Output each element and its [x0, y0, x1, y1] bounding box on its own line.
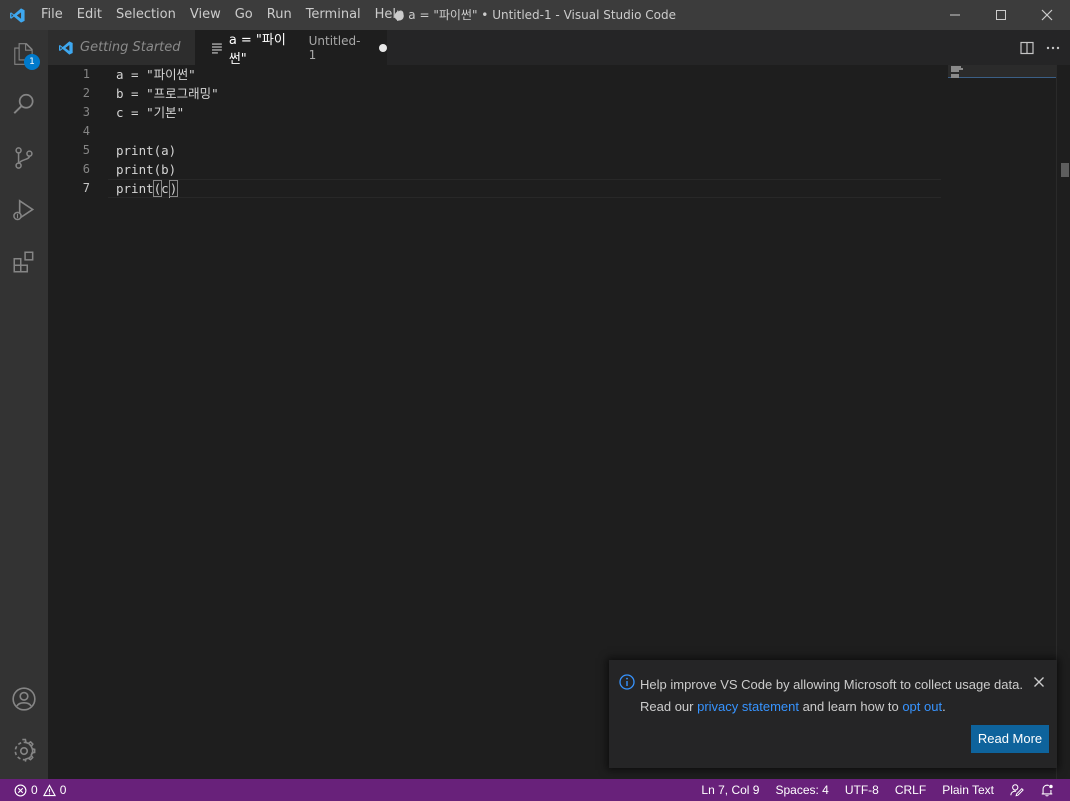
activity-bar: 1 [0, 30, 48, 779]
tab-untitled-1[interactable]: a = "파이썬" Untitled-1 [195, 30, 387, 67]
notification-message: Help improve VS Code by allowing Microso… [640, 674, 1030, 718]
search-button[interactable] [0, 80, 48, 128]
code-line: a = "파이썬" [116, 67, 196, 82]
split-editor-button[interactable] [1014, 30, 1040, 65]
read-more-button[interactable]: Read More [971, 725, 1049, 753]
eol-setting[interactable]: CRLF [887, 779, 934, 801]
extensions-button[interactable] [0, 238, 48, 286]
menu-file[interactable]: File [34, 0, 70, 30]
indentation-setting[interactable]: Spaces: 4 [767, 779, 836, 801]
explorer-badge: 1 [24, 54, 40, 70]
vscode-tab-icon [59, 40, 73, 55]
accounts-icon [12, 687, 36, 711]
notification-line-2: Read our privacy statement and learn how… [640, 696, 1030, 718]
error-count: 0 [31, 783, 38, 797]
more-actions-button[interactable] [1040, 30, 1066, 65]
vscode-logo-icon [0, 0, 34, 30]
minimize-button[interactable] [932, 0, 978, 30]
line-number: 5 [82, 143, 90, 157]
warning-icon [42, 783, 56, 796]
notification-text: Read our [640, 699, 698, 714]
menu-edit[interactable]: Edit [70, 0, 109, 30]
privacy-statement-link[interactable]: privacy statement [697, 699, 799, 714]
line-number: 4 [82, 124, 90, 138]
info-icon [619, 674, 635, 690]
explorer-button[interactable]: 1 [0, 30, 48, 78]
menu-terminal[interactable]: Terminal [299, 0, 368, 30]
close-window-button[interactable] [1024, 0, 1070, 30]
notifications-button[interactable] [1032, 779, 1062, 801]
source-control-button[interactable] [0, 134, 48, 182]
line-number: 2 [82, 86, 90, 100]
minimap-slider[interactable] [948, 65, 1056, 78]
warning-count: 0 [59, 783, 67, 797]
bracket-match-close: ) [168, 180, 179, 197]
title-bar: File Edit Selection View Go Run Terminal… [0, 0, 1070, 30]
opt-out-link[interactable]: opt out [902, 699, 942, 714]
code-token: print [116, 181, 154, 196]
extensions-icon [13, 251, 34, 273]
feedback-button[interactable] [1002, 779, 1032, 801]
notification-toast: Help improve VS Code by allowing Microso… [609, 660, 1057, 768]
search-icon [13, 93, 34, 114]
code-line: c = "기본" [116, 105, 185, 120]
notification-line-1: Help improve VS Code by allowing Microso… [640, 677, 1023, 692]
unsaved-dot-icon[interactable] [379, 43, 387, 52]
split-editor-icon [1020, 41, 1034, 54]
source-control-icon [15, 147, 33, 169]
editor-actions [1014, 30, 1070, 65]
menu-view[interactable]: View [183, 0, 228, 30]
encoding-setting[interactable]: UTF-8 [837, 779, 887, 801]
tab-getting-started[interactable]: Getting Started [48, 30, 195, 65]
settings-button[interactable] [0, 727, 48, 775]
status-bar: 0 0 Ln 7, Col 9 Spaces: 4 UTF-8 CRLF Pla… [0, 779, 1070, 801]
bell-dot-icon [1041, 784, 1053, 797]
code-token: c [161, 181, 169, 196]
menu-bar: File Edit Selection View Go Run Terminal… [34, 0, 411, 30]
minimize-icon [950, 14, 960, 16]
editor-tab-bar: Getting Started a = "파이썬" Untitled-1 [48, 30, 1070, 67]
ellipsis-icon [1046, 46, 1060, 49]
current-line-highlight [108, 179, 941, 198]
scrollbar-thumb[interactable] [1061, 163, 1069, 177]
code-line-text: print(c) [116, 180, 179, 198]
code-line: print(a) [116, 143, 177, 158]
menu-run[interactable]: Run [260, 0, 299, 30]
close-icon [1034, 677, 1044, 687]
cursor-position[interactable]: Ln 7, Col 9 [693, 779, 767, 801]
line-number: 6 [82, 162, 90, 176]
menu-go[interactable]: Go [228, 0, 260, 30]
error-icon [14, 784, 27, 796]
vertical-scrollbar[interactable] [1056, 65, 1070, 779]
line-number: 1 [82, 67, 90, 81]
maximize-button[interactable] [978, 0, 1024, 30]
maximize-icon [996, 10, 1006, 20]
text-file-icon [211, 42, 222, 54]
problems-indicator[interactable]: 0 0 [10, 779, 74, 801]
close-notification-button[interactable] [1031, 674, 1047, 690]
tab-label: a = "파이썬" [228, 32, 286, 67]
menu-help[interactable]: Help [368, 0, 412, 30]
tab-label: Getting Started [80, 40, 181, 55]
window-controls [932, 0, 1070, 30]
run-debug-icon [13, 199, 35, 221]
code-line-active: print(c) [116, 179, 179, 198]
notification-text: and learn how to [798, 699, 903, 714]
line-number: 3 [82, 105, 90, 119]
feedback-icon [1010, 784, 1024, 797]
run-debug-button[interactable] [0, 186, 48, 234]
settings-gear-icon [14, 738, 36, 762]
line-number-active: 7 [82, 181, 90, 195]
tab-description: Untitled-1 [308, 33, 361, 62]
code-line: print(b) [116, 162, 177, 177]
accounts-button[interactable] [0, 675, 48, 723]
code-line: b = "프로그래밍" [116, 86, 219, 101]
close-icon [1041, 9, 1053, 21]
menu-selection[interactable]: Selection [109, 0, 183, 30]
notification-text: . [942, 699, 946, 714]
language-mode[interactable]: Plain Text [934, 779, 1002, 801]
